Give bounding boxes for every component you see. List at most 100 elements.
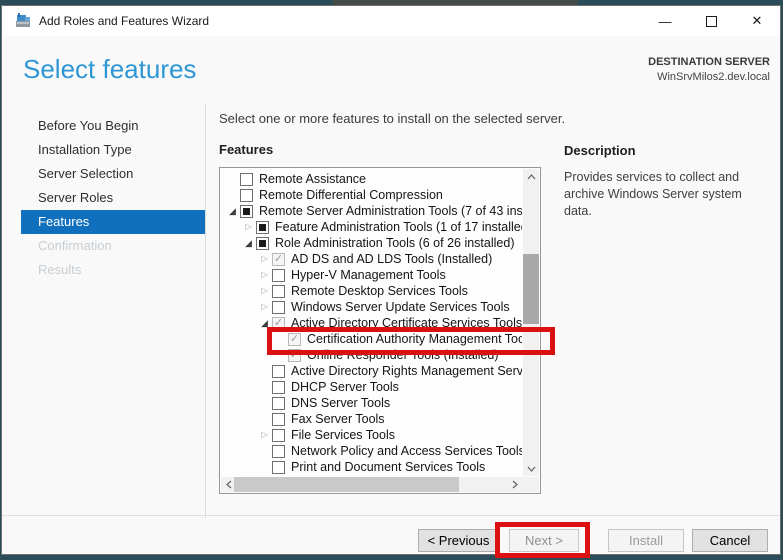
tree-row[interactable]: DNS Server Tools — [221, 395, 522, 411]
tree-row[interactable]: ▷ File Services Tools — [221, 427, 522, 443]
checkbox-unchecked[interactable] — [272, 429, 285, 442]
sidebar-item-server-roles[interactable]: Server Roles — [21, 186, 205, 210]
destination-server-name: WinSrvMilos2.dev.local — [648, 70, 770, 85]
tree-row[interactable]: Fax Server Tools — [221, 411, 522, 427]
description-title: Description — [564, 143, 636, 158]
previous-button[interactable]: < Previous — [418, 529, 499, 552]
checkbox-partial[interactable] — [240, 205, 253, 218]
sidebar-item-features[interactable]: Features — [21, 210, 205, 234]
title-bar[interactable]: Add Roles and Features Wizard — ✕ — [2, 6, 780, 36]
tree-item-label: DHCP Server Tools — [291, 379, 399, 395]
chevron-right-icon — [512, 480, 518, 489]
scrollbar-corner — [523, 477, 539, 492]
checkbox-unchecked[interactable] — [272, 381, 285, 394]
page-title: Select features — [23, 54, 196, 85]
destination-server-block: DESTINATION SERVER WinSrvMilos2.dev.loca… — [648, 55, 770, 85]
checkbox-unchecked[interactable] — [240, 173, 253, 186]
checkbox-partial[interactable] — [256, 237, 269, 250]
wizard-window: Add Roles and Features Wizard — ✕ Select… — [1, 5, 781, 555]
tree-item-label: DNS Server Tools — [291, 395, 390, 411]
wizard-step-nav: Before You BeginInstallation TypeServer … — [21, 114, 205, 282]
cancel-button[interactable]: Cancel — [692, 529, 768, 552]
tree-row[interactable]: Remote Differential Compression — [221, 187, 522, 203]
maximize-button[interactable] — [688, 6, 734, 36]
sidebar-item-confirmation: Confirmation — [21, 234, 205, 258]
chevron-up-icon — [527, 174, 536, 180]
chevron-down-icon — [527, 466, 536, 472]
sidebar-item-installation-type[interactable]: Installation Type — [21, 138, 205, 162]
checkbox-unchecked[interactable] — [272, 413, 285, 426]
footer-divider — [2, 515, 780, 516]
tree-item-label: Print and Document Services Tools — [291, 459, 485, 475]
maximize-icon — [706, 16, 717, 27]
checkbox-unchecked[interactable] — [272, 461, 285, 474]
tree-row[interactable]: ▷ Hyper-V Management Tools — [221, 267, 522, 283]
annotation-box-feature — [267, 327, 555, 355]
scroll-up-button[interactable] — [523, 169, 539, 184]
window-title: Add Roles and Features Wizard — [39, 14, 209, 28]
install-button[interactable]: Install — [608, 529, 684, 552]
features-tree-rows: Remote AssistanceRemote Differential Com… — [221, 171, 522, 476]
expander-collapsed-icon[interactable]: ▷ — [257, 267, 272, 283]
sidebar-item-before-you-begin[interactable]: Before You Begin — [21, 114, 205, 138]
expander-collapsed-icon[interactable]: ▷ — [257, 283, 272, 299]
expander-collapsed-icon[interactable]: ▷ — [241, 219, 256, 235]
tree-row[interactable]: Remote Assistance — [221, 171, 522, 187]
desktop-background: Add Roles and Features Wizard — ✕ Select… — [0, 0, 783, 560]
vertical-scrollbar[interactable] — [523, 169, 539, 476]
annotation-box-next-button — [495, 522, 590, 558]
tree-item-label: Windows Server Update Services Tools — [291, 299, 510, 315]
window-controls: — ✕ — [642, 6, 780, 36]
horizontal-scrollbar[interactable] — [221, 477, 523, 492]
close-icon: ✕ — [752, 13, 763, 29]
checkbox-unchecked[interactable] — [240, 189, 253, 202]
tree-item-label: Active Directory Rights Management Servi… — [291, 363, 522, 379]
tree-row[interactable]: ▷ Windows Server Update Services Tools — [221, 299, 522, 315]
tree-row[interactable]: ◢ Role Administration Tools (6 of 26 inst… — [221, 235, 522, 251]
checkbox-partial[interactable] — [256, 221, 269, 234]
tree-item-label: AD DS and AD LDS Tools (Installed) — [291, 251, 492, 267]
checkbox-unchecked[interactable] — [272, 397, 285, 410]
checkbox-unchecked[interactable] — [272, 445, 285, 458]
tree-row[interactable]: ◢ Remote Server Administration Tools (7 o… — [221, 203, 522, 219]
checkbox-unchecked[interactable] — [272, 269, 285, 282]
expander-collapsed-icon[interactable]: ▷ — [257, 251, 272, 267]
minimize-icon: — — [659, 14, 672, 29]
scroll-down-button[interactable] — [523, 461, 539, 476]
tree-item-label: Role Administration Tools (6 of 26 insta… — [275, 235, 514, 251]
chevron-left-icon — [226, 480, 232, 489]
expander-expanded-icon[interactable]: ◢ — [225, 203, 240, 219]
expander-collapsed-icon[interactable]: ▷ — [257, 299, 272, 315]
tree-item-label: Fax Server Tools — [291, 411, 385, 427]
instruction-text: Select one or more features to install o… — [219, 111, 565, 126]
tree-row[interactable]: ▷ Remote Desktop Services Tools — [221, 283, 522, 299]
tree-row[interactable]: ▷✓ AD DS and AD LDS Tools (Installed) — [221, 251, 522, 267]
expander-expanded-icon[interactable]: ◢ — [241, 235, 256, 251]
destination-server-label: DESTINATION SERVER — [648, 55, 770, 70]
tree-item-label: Remote Desktop Services Tools — [291, 283, 468, 299]
tree-item-label: Remote Server Administration Tools (7 of… — [259, 203, 522, 219]
tree-item-label: Remote Assistance — [259, 171, 366, 187]
tree-row[interactable]: Print and Document Services Tools — [221, 459, 522, 475]
expander-collapsed-icon[interactable]: ▷ — [257, 427, 272, 443]
tree-row[interactable]: ▷Feature Administration Tools (1 of 17 i… — [221, 219, 522, 235]
sidebar-item-results: Results — [21, 258, 205, 282]
scroll-right-button[interactable] — [507, 477, 523, 492]
close-button[interactable]: ✕ — [734, 6, 780, 36]
features-list-label: Features — [219, 142, 273, 157]
tree-item-label: Hyper-V Management Tools — [291, 267, 446, 283]
checkbox-unchecked[interactable] — [272, 301, 285, 314]
tree-row[interactable]: Network Policy and Access Services Tools — [221, 443, 522, 459]
tree-item-label: File Services Tools — [291, 427, 395, 443]
wizard-toolbox-icon — [15, 13, 31, 29]
checkbox-unchecked[interactable] — [272, 365, 285, 378]
checkbox-unchecked[interactable] — [272, 285, 285, 298]
tree-row[interactable]: Active Directory Rights Management Servi… — [221, 363, 522, 379]
vertical-scroll-thumb[interactable] — [523, 254, 539, 324]
tree-row[interactable]: DHCP Server Tools — [221, 379, 522, 395]
checkbox-installed[interactable]: ✓ — [272, 253, 285, 266]
description-body: Provides services to collect and archive… — [564, 169, 772, 220]
horizontal-scroll-thumb[interactable] — [234, 477, 459, 492]
sidebar-item-server-selection[interactable]: Server Selection — [21, 162, 205, 186]
minimize-button[interactable]: — — [642, 6, 688, 36]
